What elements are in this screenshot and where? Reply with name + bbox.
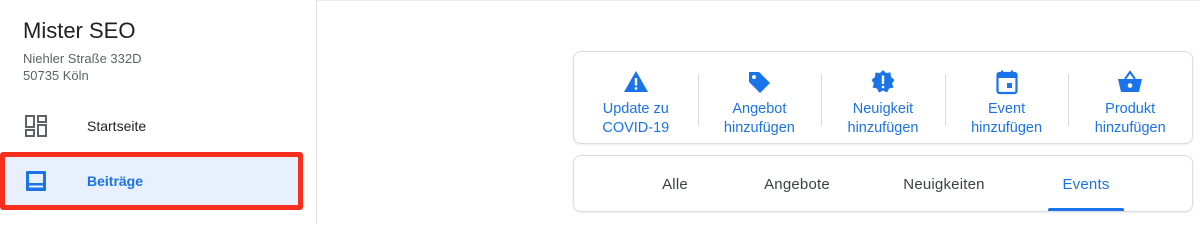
covid-update-button[interactable]: Update zu COVID-19 (574, 52, 698, 143)
tab-events[interactable]: Events (1048, 156, 1124, 212)
action-label: Event hinzufügen (971, 101, 1043, 136)
address-line-1: Niehler Straße 332D (23, 51, 142, 66)
basket-icon (1118, 70, 1143, 92)
active-tab-indicator (1048, 208, 1124, 211)
warning-icon (623, 71, 648, 92)
address-line-2: 50735 Köln (23, 68, 89, 83)
tab-angebote[interactable]: Angebote (744, 156, 850, 212)
sidebar-item-beitraege[interactable]: Beiträge (0, 152, 316, 210)
action-label: Update zu COVID-19 (602, 101, 670, 136)
tag-icon (749, 72, 771, 93)
news-icon (871, 70, 895, 93)
top-divider (317, 0, 1200, 1)
post-actions-card: Update zu COVID-19 Angebot hinzufügen Neui… (573, 51, 1193, 144)
post-filter-tabs: Alle Angebote Neuigkeiten Events (573, 155, 1193, 212)
tab-alle[interactable]: Alle (634, 156, 716, 212)
sidebar-item-label: Beiträge (87, 173, 144, 189)
add-event-button[interactable]: Event hinzufügen (944, 52, 1069, 143)
calendar-icon (995, 70, 1018, 95)
business-name: Mister SEO (23, 18, 136, 43)
add-offer-button[interactable]: Angebot hinzufügen (697, 52, 822, 143)
action-label: Angebot hinzufügen (723, 101, 795, 136)
sidebar: Mister SEO Niehler Straße 332D 50735 Köl… (0, 0, 317, 224)
add-news-button[interactable]: Neuigkeit hinzufügen (821, 52, 945, 143)
sidebar-item-startseite[interactable]: Startseite (0, 99, 316, 153)
dashboard-icon (25, 115, 47, 137)
tab-neuigkeiten[interactable]: Neuigkeiten (884, 156, 1004, 212)
sidebar-item-label: Startseite (87, 118, 147, 134)
action-label: Neuigkeit hinzufügen (847, 101, 919, 136)
posts-icon (26, 171, 46, 191)
action-label: Produkt hinzufügen (1094, 101, 1166, 136)
add-product-button[interactable]: Produkt hinzufügen (1068, 52, 1192, 143)
